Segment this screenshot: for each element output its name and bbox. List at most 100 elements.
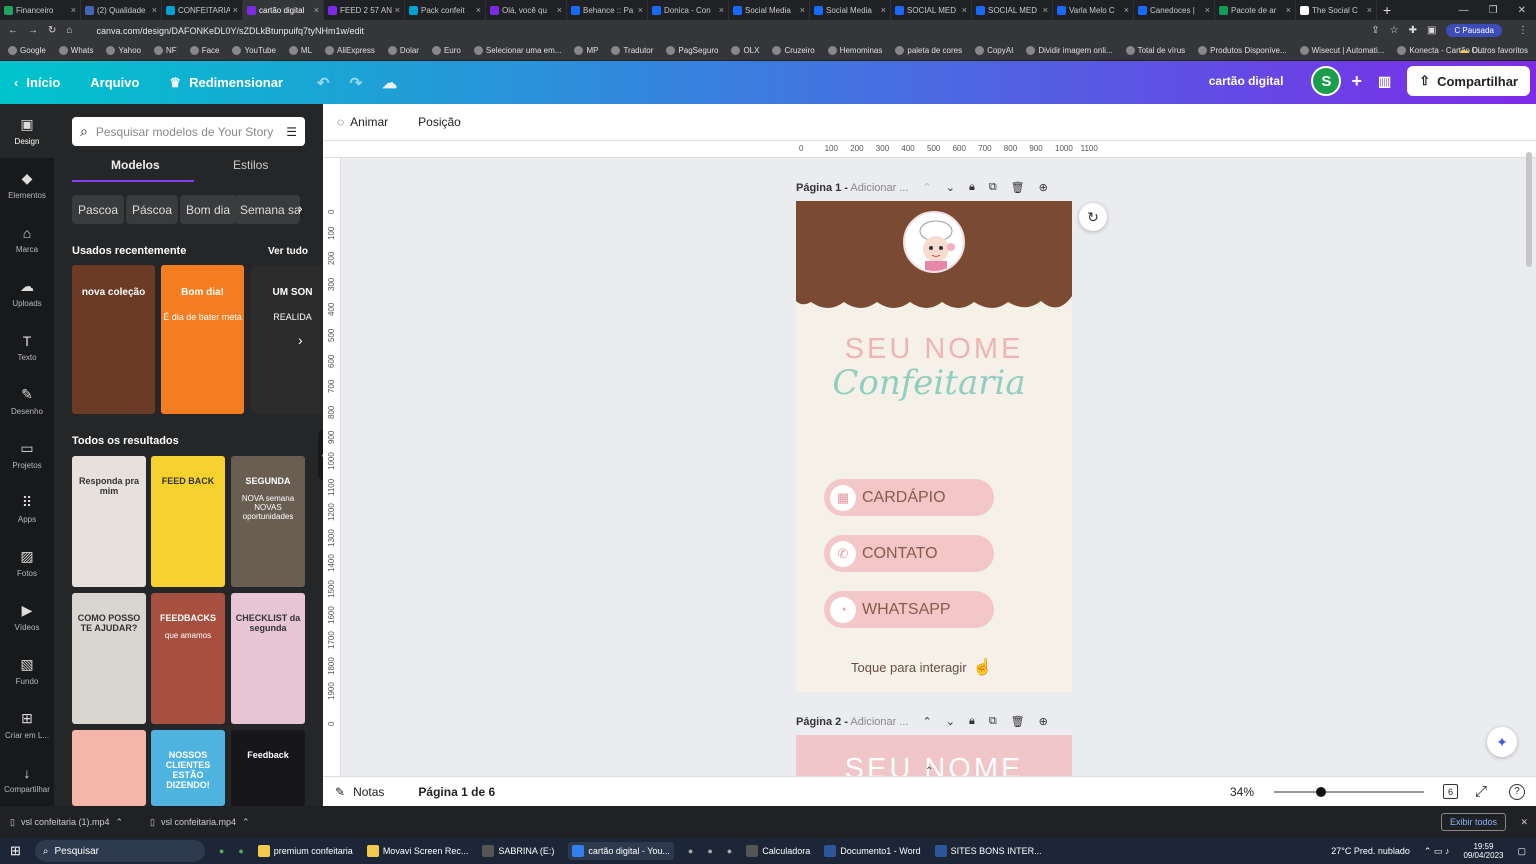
bookmark-item[interactable]: NF [154,46,177,55]
sidebar-icon[interactable]: ▣ [1427,25,1436,36]
taskbar-app[interactable]: cartão digital - You... [568,842,674,860]
help-icon[interactable]: ? [1509,783,1525,800]
rail-item-create[interactable]: ⊞ Criar em L... [0,698,54,752]
tab-close-icon[interactable]: × [314,5,319,15]
bookmark-item[interactable]: Selecionar uma em... [473,46,561,55]
keyword-chip[interactable]: Páscoa [126,195,179,224]
tab-close-icon[interactable]: × [719,5,724,15]
redo-icon[interactable]: ↷ [350,74,363,92]
bookmark-item[interactable]: MP [574,46,598,55]
download-item[interactable]: ▯ vsl confeitaria.mp4 ⌃ [150,817,270,828]
tab-close-icon[interactable]: × [1286,5,1291,15]
steam-icon[interactable]: ● [707,846,712,856]
rail-item-layout[interactable]: ▣ Design [0,104,54,158]
tab-close-icon[interactable]: × [1124,5,1129,15]
bookmark-item[interactable]: Google [8,46,46,55]
bookmark-item[interactable]: YouTube [232,46,276,55]
position-button[interactable]: Posição [418,115,461,129]
browser-menu-icon[interactable]: ⋮ [1518,25,1528,36]
bookmark-item[interactable]: Face [189,46,219,55]
bookmark-item[interactable]: Euro [431,46,461,55]
contact-link-button[interactable]: ✆ CONTATO [824,535,994,572]
design-page-1[interactable]: SEU NOME Confeitaria ▦ CARDÁPIO ✆ CONTATO … [796,201,1072,692]
bookmark-item[interactable]: AliExpress [325,46,375,55]
bookmark-item[interactable]: Hemominas [827,46,882,55]
template-card[interactable]: FEED BACK [151,456,225,587]
rotate-handle[interactable]: ↻ [1079,203,1107,231]
trash-icon[interactable]: 🗑︎ [1011,715,1025,728]
edge-icon[interactable]: ● [238,846,243,856]
bookmark-item[interactable]: Produtos Disponíve... [1198,46,1287,55]
add-collaborator-icon[interactable]: + [1351,71,1362,92]
discord-icon[interactable]: ● [727,846,732,856]
taskbar-app[interactable]: premium confeitaria [257,845,353,857]
recent-template-card[interactable]: UM SON REALIDA [251,265,323,414]
add-page-icon[interactable]: ⊕ [1039,715,1048,728]
tab-templates[interactable]: Modelos [111,158,160,172]
weather-status[interactable]: 27°C Pred. nublado [1331,846,1410,856]
bookmark-item[interactable]: Dividir imagem onli... [1026,46,1113,55]
taskbar-app[interactable]: Movavi Screen Rec... [366,845,468,857]
clock[interactable]: 19:59 09/04/2023 [1463,842,1503,860]
profile-button[interactable]: C Pausada [1446,24,1502,37]
bookmark-item[interactable]: Tradutor [611,46,653,55]
duplicate-icon[interactable]: ⧉ [989,715,997,728]
browser-tab[interactable]: The Social C × [1296,0,1377,20]
tab-close-icon[interactable]: × [638,5,643,15]
bookmark-item[interactable]: Cruzeiro [772,46,815,55]
rail-item-video[interactable]: ▶ Vídeos [0,590,54,644]
notifications-icon[interactable]: ▢ [1517,846,1526,857]
browser-tab[interactable]: Social Media × [729,0,810,20]
close-window-icon[interactable]: ✕ [1518,5,1526,16]
taskbar-search[interactable]: ⌕ Pesquisar [34,840,205,862]
rail-item-background[interactable]: ▧ Fundo [0,644,54,698]
taskbar-app[interactable]: Documento1 - Word [824,845,921,857]
design-page-2[interactable]: SEU NOME [796,735,1072,776]
browser-tab[interactable]: Financeiro × [0,0,81,20]
keyword-chip[interactable]: Bom dia [180,195,237,224]
rail-item-shapes[interactable]: ◆ Elementos [0,158,54,212]
taskbar-app[interactable]: SABRINA (E:) [482,845,554,857]
xbox-icon[interactable]: ● [219,846,224,856]
avatar[interactable]: S [1311,66,1342,96]
card-name[interactable]: SEU NOME [796,333,1072,366]
animate-button[interactable]: ◌ Animar [337,115,388,129]
bookmark-star-icon[interactable]: ☆ [1390,25,1399,36]
minimize-icon[interactable]: — [1459,5,1469,16]
template-card[interactable]: COMO POSSO TE AJUDAR? [72,593,146,724]
file-menu[interactable]: Arquivo [90,75,139,90]
card-subtitle[interactable]: Confeitaria [796,363,1062,403]
tab-close-icon[interactable]: × [881,5,886,15]
extensions-icon[interactable]: ✚ [1409,25,1417,36]
whatsapp-link-button[interactable]: ◔ WHATSAPP [824,591,994,628]
zoom-slider[interactable] [1274,787,1424,797]
menu-link-button[interactable]: ▦ CARDÁPIO [824,479,994,516]
download-item[interactable]: ▯ vsl confeitaria (1).mp4 ⌃ [10,817,130,828]
template-card[interactable]: NOSSOS CLIENTES ESTÃO DIZENDO! [151,730,225,806]
bookmark-item[interactable]: OLX [731,46,759,55]
bookmark-item[interactable]: Wisecut | Automati... [1299,46,1384,55]
url-field[interactable]: canva.com/design/DAFONKeDL0Y/sZDLkBtunpu… [96,26,1361,36]
bookmark-item[interactable]: Yahoo [106,46,141,55]
rail-item-brand[interactable]: ⌂ Marca [0,212,54,266]
keyword-chip[interactable]: Pascoa [72,195,125,224]
filter-icon[interactable]: ☰ [286,125,297,139]
tab-styles[interactable]: Estilos [233,158,268,172]
browser-tab[interactable]: cartão digital × [243,0,324,20]
tab-close-icon[interactable]: × [557,5,562,15]
page-down-icon[interactable]: ⌄ [946,181,955,194]
keyword-chip[interactable]: Semana sa [234,195,300,224]
taskbar-app[interactable]: Calculadora [746,845,810,857]
browser-tab[interactable]: SOCIAL MED × [972,0,1053,20]
page-up-icon[interactable]: ⌃ [923,181,932,194]
browser-tab[interactable]: FEED 2 57 AN × [324,0,405,20]
bookmark-item[interactable]: Whats [58,46,93,55]
cloud-saved-icon[interactable]: ☁ [382,74,397,92]
browser-tab[interactable]: (2) Qualidade × [81,0,162,20]
template-card[interactable] [72,730,146,806]
rail-item-apps[interactable]: ⠿ Apps [0,482,54,536]
back-icon[interactable]: ← [8,25,18,36]
lock-icon[interactable]: 🔒︎ [969,181,975,194]
tab-close-icon[interactable]: × [71,5,76,15]
tab-close-icon[interactable]: × [1205,5,1210,15]
